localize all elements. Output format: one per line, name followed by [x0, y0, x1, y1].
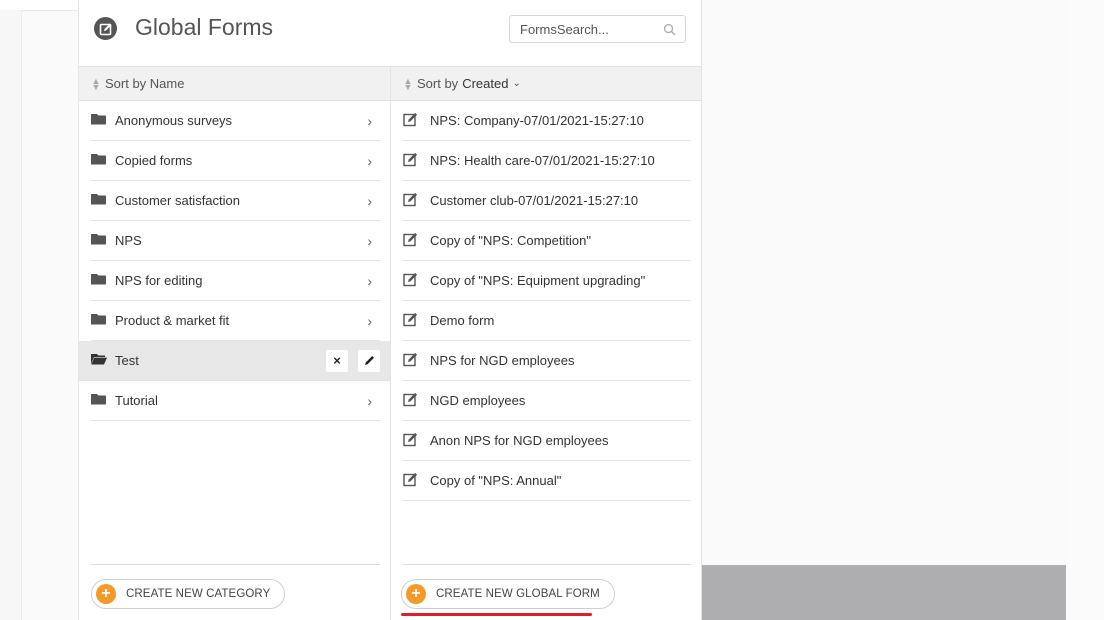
categories-panel: ▲ ▼ Sort by Name Anonymous surveys › Copied…	[79, 66, 391, 620]
sort-by-name[interactable]: ▲ ▼ Sort by Name	[79, 66, 390, 101]
form-label: Copy of "NPS: Annual"	[430, 473, 562, 488]
chevron-right-icon[interactable]: ›	[367, 113, 372, 129]
category-label: Product & market fit	[115, 313, 230, 328]
rename-category-button[interactable]	[358, 349, 380, 372]
form-list: NPS: Company-07/01/2021-15:27:10 NPS: Hea…	[391, 101, 701, 501]
form-item[interactable]: Customer club-07/01/2021-15:27:10	[403, 181, 691, 221]
search-icon[interactable]	[663, 23, 676, 36]
left-gutter	[0, 10, 22, 620]
folder-icon	[91, 313, 107, 328]
category-item[interactable]: NPS ›	[91, 221, 380, 261]
pencil-icon	[364, 356, 374, 365]
sort-value: Created	[462, 76, 509, 91]
edit-form-icon	[403, 232, 418, 250]
category-label: Anonymous surveys	[115, 113, 233, 128]
category-label: NPS for editing	[115, 273, 203, 288]
form-label: Demo form	[430, 313, 495, 328]
sort-by-created[interactable]: ▲ ▼ Sort by Created ⌄	[391, 66, 701, 101]
form-label: NPS: Health care-07/01/2021-15:27:10	[430, 153, 655, 168]
form-item[interactable]: Copy of "NPS: Competition"	[403, 221, 691, 261]
highlight-underline	[401, 613, 592, 616]
form-item[interactable]: Copy of "NPS: Annual"	[403, 461, 691, 501]
create-category-button[interactable]: + CREATE NEW CATEGORY	[91, 579, 286, 609]
search-box[interactable]	[509, 15, 686, 43]
category-item[interactable]: Customer satisfaction ›	[91, 181, 380, 221]
divider	[91, 564, 380, 565]
page-title: Global Forms	[135, 14, 274, 40]
folder-icon	[91, 153, 107, 168]
category-item[interactable]: Tutorial ›	[91, 381, 380, 421]
folder-icon	[91, 113, 107, 128]
folder-icon	[91, 273, 107, 288]
category-item[interactable]: NPS for editing ›	[91, 261, 380, 301]
folder-icon	[91, 193, 107, 208]
chevron-down-icon[interactable]: ⌄	[512, 78, 520, 89]
form-label: NPS: Company-07/01/2021-15:27:10	[430, 113, 644, 128]
category-item[interactable]: Copied forms ›	[91, 141, 380, 181]
folder-open-icon	[91, 353, 107, 368]
form-item[interactable]: Copy of "NPS: Equipment upgrading"	[403, 261, 691, 301]
chevron-right-icon[interactable]: ›	[367, 393, 372, 409]
detail-footer	[702, 565, 1066, 620]
header: Global Forms	[79, 0, 702, 66]
chevron-right-icon[interactable]: ›	[367, 313, 372, 329]
create-global-form-button[interactable]: + CREATE NEW GLOBAL FORM	[401, 579, 615, 609]
edit-form-icon	[403, 192, 418, 210]
form-label: Customer club-07/01/2021-15:27:10	[430, 193, 639, 208]
create-form-label: CREATE NEW GLOBAL FORM	[436, 588, 600, 600]
global-forms-app: Global Forms ▲▼ Sort by Name Anonymous s…	[78, 0, 1066, 620]
form-item[interactable]: Demo form	[403, 301, 691, 341]
category-item[interactable]: Product & market fit ›	[91, 301, 380, 341]
plus-circle-icon: +	[96, 584, 116, 604]
form-item[interactable]: NPS: Company-07/01/2021-15:27:10	[403, 101, 691, 141]
edit-form-icon	[403, 312, 418, 330]
category-label: Copied forms	[115, 153, 193, 168]
form-item[interactable]: NGD employees	[403, 381, 691, 421]
create-category-label: CREATE NEW CATEGORY	[126, 588, 271, 600]
sort-prefix: Sort by	[417, 76, 459, 91]
form-item[interactable]: NPS: Health care-07/01/2021-15:27:10	[403, 141, 691, 181]
edit-form-icon	[403, 272, 418, 290]
edit-form-icon	[403, 392, 418, 410]
category-label: NPS	[115, 233, 142, 248]
form-label: NPS for NGD employees	[430, 353, 575, 368]
edit-form-icon	[403, 152, 418, 170]
chevron-right-icon[interactable]: ›	[367, 193, 372, 209]
right-gutter	[1064, 0, 1104, 620]
form-label: Copy of "NPS: Equipment upgrading"	[430, 273, 646, 288]
form-label: NGD employees	[430, 393, 526, 408]
edit-form-icon	[403, 112, 418, 130]
category-list: Anonymous surveys › Copied forms › Customer …	[79, 101, 390, 421]
forms-panel: ▲ ▼ Sort by Created ⌄ NPS: Company-07/01/…	[391, 66, 702, 620]
chevron-right-icon[interactable]: ›	[367, 233, 372, 249]
detail-panel	[702, 0, 1066, 620]
chevron-right-icon[interactable]: ›	[367, 273, 372, 289]
sort-icon: ▲ ▼	[403, 75, 413, 92]
edit-form-icon	[403, 352, 418, 370]
edit-form-icon	[403, 432, 418, 450]
category-item[interactable]: Anonymous surveys ›	[91, 101, 380, 141]
category-item[interactable]: Test ×	[79, 341, 390, 381]
folder-icon	[91, 233, 107, 248]
delete-category-button[interactable]: ×	[326, 349, 348, 372]
search-input[interactable]	[520, 16, 660, 42]
sort-label: Sort by Name	[105, 76, 185, 91]
chevron-right-icon[interactable]: ›	[367, 153, 372, 169]
folder-icon	[91, 393, 107, 408]
category-label: Tutorial	[115, 393, 158, 408]
plus-circle-icon: +	[406, 584, 426, 604]
form-label: Copy of "NPS: Competition"	[430, 233, 591, 248]
category-label: Test	[115, 353, 139, 368]
form-item[interactable]: NPS for NGD employees	[403, 341, 691, 381]
form-item[interactable]: Anon NPS for NGD employees	[403, 421, 691, 461]
category-label: Customer satisfaction	[115, 193, 240, 208]
divider	[403, 564, 691, 565]
sort-icon: ▲ ▼	[91, 75, 101, 92]
edit-form-icon	[403, 472, 418, 490]
edit-square-icon	[94, 17, 117, 40]
form-label: Anon NPS for NGD employees	[430, 433, 609, 448]
